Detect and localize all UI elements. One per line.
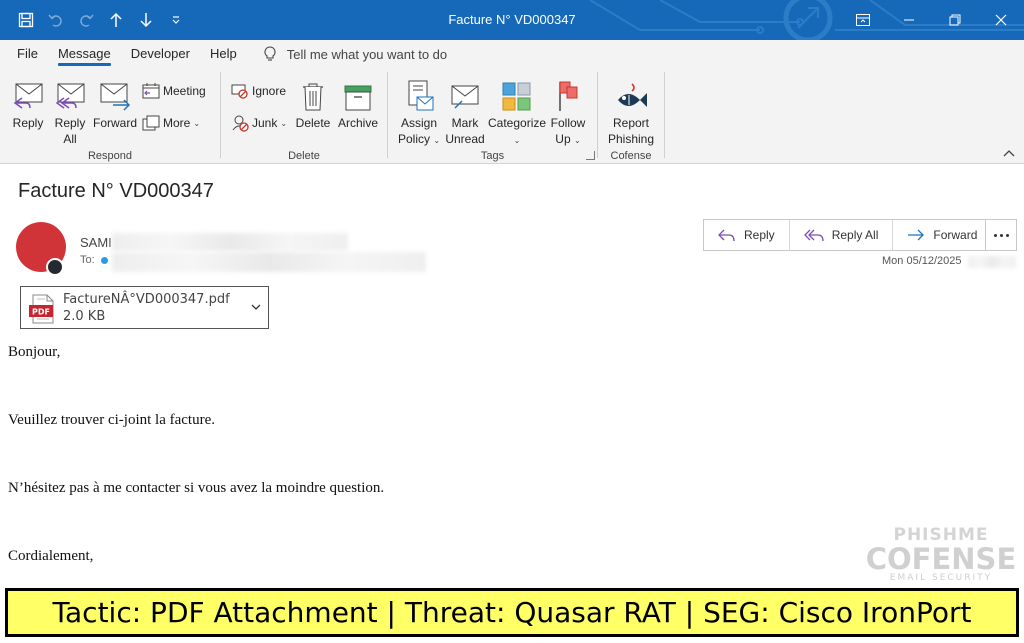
body-paragraph: Bonjour, — [8, 344, 61, 360]
assign-policy-icon — [408, 80, 434, 111]
calendar-icon — [142, 83, 160, 99]
delete-button[interactable]: Delete — [293, 76, 333, 131]
pdf-file-icon: PDF — [29, 294, 54, 324]
sender-name[interactable]: SAMI — [80, 235, 112, 250]
redacted-sender-address — [112, 233, 348, 251]
attachment-card[interactable]: PDF FactureNÂ°VD000347.pdf 2.0 KB — [20, 286, 269, 329]
tab-help[interactable]: Help — [200, 40, 247, 68]
respond-group: Reply Reply All Forward Meeting More ⌄ R… — [0, 72, 220, 164]
cofense-group-label: Cofense — [610, 150, 652, 162]
chevron-down-icon: ⌄ — [193, 118, 201, 128]
attachment-size: 2.0 KB — [63, 309, 106, 324]
reply-all-icon — [55, 83, 85, 109]
cofense-group: Report Phishing Cofense — [598, 72, 664, 164]
ignore-button[interactable]: Ignore — [231, 80, 286, 102]
tags-group: Assign Policy ⌄ Mark Unread Categorize ⌄… — [388, 72, 597, 164]
svg-text:PDF: PDF — [32, 308, 50, 317]
body-paragraph: Veuillez trouver ci-joint la facture. — [8, 412, 215, 428]
chevron-down-icon: ⌄ — [433, 136, 441, 145]
message-actions: Reply Reply All Forward — [703, 219, 993, 251]
archive-icon — [344, 85, 372, 111]
more-respond-icon — [142, 115, 160, 131]
meeting-button[interactable]: Meeting — [142, 80, 206, 102]
trash-icon — [303, 83, 323, 111]
reply-action-button[interactable]: Reply — [704, 220, 790, 250]
body-paragraph: Cordialement, — [8, 548, 94, 564]
recipient-line: To: — [80, 254, 108, 266]
collapse-ribbon-icon[interactable] — [1002, 147, 1016, 161]
ribbon-display-options-icon[interactable] — [840, 0, 886, 40]
reply-icon — [13, 83, 43, 109]
body-paragraph: N’hésitez pas à me contacter si vous ave… — [8, 480, 385, 496]
delete-group-label: Delete — [288, 150, 320, 162]
tab-message[interactable]: Message — [48, 40, 121, 68]
delete-group: Ignore Junk ⌄ Delete Archive Delete — [221, 72, 387, 164]
restore-icon[interactable] — [932, 0, 978, 40]
lightbulb-icon — [264, 46, 276, 61]
follow-up-button[interactable]: Follow Up ⌄ — [546, 76, 590, 149]
archive-button[interactable]: Archive — [335, 76, 381, 131]
reply-all-button[interactable]: Reply All — [50, 76, 90, 147]
chevron-down-icon: ⌄ — [573, 136, 581, 145]
tags-group-label: Tags — [480, 150, 505, 162]
ellipsis-icon — [993, 233, 997, 237]
minimize-icon[interactable] — [886, 0, 932, 40]
threat-info-banner: Tactic: PDF Attachment | Threat: Quasar … — [5, 588, 1019, 637]
title-bar: Facture N° VD000347 — [0, 0, 1024, 40]
redacted-recipient — [112, 252, 426, 272]
tell-me-label: Tell me what you want to do — [286, 46, 448, 62]
close-icon[interactable] — [978, 0, 1024, 40]
categorize-button[interactable]: Categorize ⌄ — [488, 76, 546, 149]
junk-button[interactable]: Junk ⌄ — [231, 112, 287, 134]
more-actions-button[interactable] — [985, 219, 1017, 251]
ribbon-tabs: File Message Developer Help Tell me what… — [0, 40, 1024, 68]
window-controls — [840, 0, 1024, 40]
mark-unread-icon — [451, 85, 479, 109]
tags-dialog-launcher-icon[interactable] — [586, 151, 595, 160]
reply-button[interactable]: Reply — [8, 76, 48, 131]
ribbon-separator — [664, 72, 665, 158]
report-phishing-button[interactable]: Report Phishing — [604, 76, 658, 147]
chevron-down-icon[interactable] — [250, 301, 262, 313]
attachment-filename: FactureNÂ°VD000347.pdf — [63, 292, 230, 307]
chevron-down-icon: ⌄ — [280, 118, 288, 128]
presence-status-icon — [46, 258, 64, 276]
message-date: Mon 05/12/2025 — [882, 255, 962, 267]
more-respond-button[interactable]: More ⌄ — [142, 112, 200, 134]
ribbon: Reply Reply All Forward Meeting More ⌄ R… — [0, 68, 1024, 164]
to-label: To: — [80, 254, 95, 266]
redacted-time — [968, 256, 1016, 268]
forward-icon — [908, 229, 925, 241]
ignore-icon — [231, 84, 248, 99]
cofense-watermark-logo: PHISHME COFENSE EMAIL SECURITY — [865, 525, 1017, 583]
tab-developer[interactable]: Developer — [121, 40, 200, 68]
chevron-down-icon: ⌄ — [513, 136, 521, 145]
reply-icon — [718, 229, 735, 242]
forward-icon — [100, 83, 131, 111]
flag-icon — [559, 81, 578, 111]
categorize-icon — [502, 82, 531, 111]
reply-all-action-button[interactable]: Reply All — [790, 220, 894, 250]
forward-button[interactable]: Forward — [92, 76, 138, 131]
mark-unread-button[interactable]: Mark Unread — [442, 76, 488, 147]
assign-policy-button[interactable]: Assign Policy ⌄ — [394, 76, 444, 149]
tell-me-search[interactable]: Tell me what you want to do — [263, 46, 447, 62]
phishing-fish-icon — [618, 83, 647, 107]
reply-all-icon — [803, 229, 824, 242]
respond-group-label: Respond — [87, 150, 133, 162]
tab-file[interactable]: File — [7, 40, 48, 68]
banner-text: Tactic: PDF Attachment | Threat: Quasar … — [52, 596, 972, 629]
message-subject: Facture N° VD000347 — [18, 180, 214, 202]
recipient-presence-icon — [100, 256, 108, 264]
junk-icon — [232, 115, 249, 132]
forward-action-button[interactable]: Forward — [893, 220, 991, 250]
